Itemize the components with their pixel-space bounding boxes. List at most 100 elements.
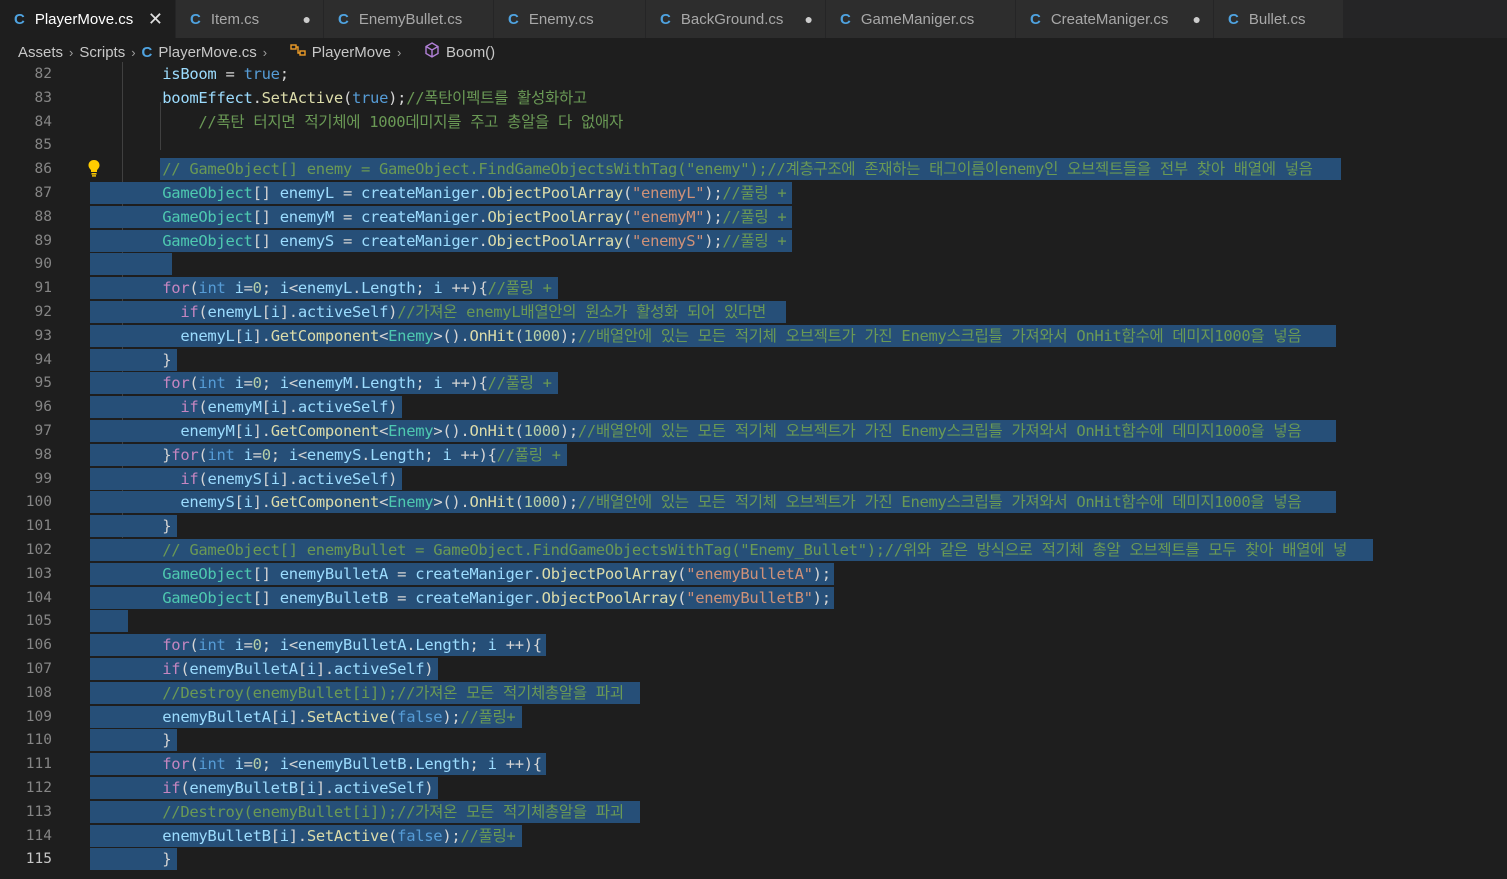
code-token: (	[677, 588, 687, 607]
unsaved-dot-icon[interactable]: ●	[805, 0, 813, 38]
code-token: );	[442, 826, 461, 845]
breadcrumb-file[interactable]: PlayerMove.cs	[158, 44, 256, 61]
code-line[interactable]: 107 if(enemyBulletA[i].activeSelf)	[0, 657, 1507, 681]
code-token: //풀링 +	[722, 207, 787, 226]
code-text: GameObject[] enemyL = createManiger.Obje…	[90, 181, 786, 205]
line-number: 84	[34, 113, 52, 130]
code-text: enemyBulletB[i].SetActive(false);//풀링+	[90, 824, 515, 848]
tab-bullet-cs[interactable]: C Bullet.cs	[1214, 0, 1344, 38]
code-line[interactable]: 83 boomEffect.SetActive(true);//폭탄이펙트를 활…	[0, 86, 1507, 110]
code-token: ;	[415, 374, 434, 393]
code-token: ;	[270, 445, 289, 464]
line-number: 101	[25, 518, 52, 535]
code-line[interactable]: 92 if(enemyL[i].activeSelf)//가져온 enemyL배…	[0, 300, 1507, 324]
code-line[interactable]: 104 GameObject[] enemyBulletB = createMa…	[0, 586, 1507, 610]
lightbulb-icon[interactable]	[87, 159, 101, 181]
code-line[interactable]: 93 enemyL[i].GetComponent<Enemy>().OnHit…	[0, 324, 1507, 348]
code-line[interactable]: 103 GameObject[] enemyBulletA = createMa…	[0, 562, 1507, 586]
tab-playermove-cs[interactable]: C PlayerMove.cs ✕	[0, 0, 176, 38]
code-token: boomEffect	[162, 88, 253, 107]
code-token: i	[306, 779, 316, 797]
tab-createmaniger-cs[interactable]: C CreateManiger.cs ●	[1016, 0, 1214, 38]
unsaved-dot-icon[interactable]: ●	[1193, 0, 1201, 38]
code-token: //풀링+	[460, 826, 516, 845]
code-text: if(enemyM[i].activeSelf)	[90, 395, 397, 419]
code-line[interactable]: 96 if(enemyM[i].activeSelf)	[0, 395, 1507, 419]
code-line[interactable]: 110 }	[0, 728, 1507, 752]
code-token: //풀링 +	[487, 279, 552, 298]
code-line[interactable]: 108 //Destroy(enemyBullet[i]);//가져온 모든 적…	[0, 681, 1507, 705]
code-line[interactable]: 86 // GameObject[] enemy = GameObject.Fi…	[0, 157, 1507, 181]
code-line[interactable]: 98 }for(int i=0; i<enemyS.Length; i ++){…	[0, 443, 1507, 467]
code-text: for(int i=0; i<enemyM.Length; i ++){//풀링…	[90, 371, 552, 395]
tab-gamemaniger-cs[interactable]: C GameManiger.cs	[826, 0, 1016, 38]
code-line[interactable]: 94 }	[0, 348, 1507, 372]
code-token: int	[198, 636, 226, 655]
line-number: 102	[25, 542, 52, 558]
code-line[interactable]: 90	[0, 252, 1507, 276]
chevron-right-icon: ›	[131, 44, 136, 60]
line-number: 82	[34, 66, 52, 82]
code-line[interactable]: 95 for(int i=0; i<enemyM.Length; i ++){/…	[0, 371, 1507, 395]
code-line[interactable]: 85	[0, 133, 1507, 157]
code-token: );	[704, 184, 723, 202]
code-token: i	[243, 445, 253, 464]
code-token: false	[397, 707, 443, 726]
code-token: >().	[433, 326, 470, 345]
code-token: enemyBulletB	[189, 779, 298, 797]
code-line[interactable]: 105	[0, 609, 1507, 633]
breadcrumb-method[interactable]: Boom()	[446, 44, 495, 61]
code-line[interactable]: 106 for(int i=0; i<enemyBulletA.Length; …	[0, 633, 1507, 657]
code-line[interactable]: 113 //Destroy(enemyBullet[i]);//가져온 모든 적…	[0, 800, 1507, 824]
code-line[interactable]: 88 GameObject[] enemyM = createManiger.O…	[0, 205, 1507, 229]
tab-background-cs[interactable]: C BackGround.cs ●	[646, 0, 826, 38]
code-line[interactable]: 82 isBoom = true;	[0, 62, 1507, 86]
tab-label: Bullet.cs	[1248, 10, 1306, 28]
code-line[interactable]: 111 for(int i=0; i<enemyBulletB.Length; …	[0, 752, 1507, 776]
code-line[interactable]: 115 }	[0, 847, 1507, 871]
code-editor[interactable]: 82 isBoom = true; 83 boomEffect.SetActive…	[0, 62, 1507, 879]
code-token: for	[162, 636, 190, 655]
code-token: i	[306, 660, 316, 678]
tab-enemy-cs[interactable]: C Enemy.cs	[494, 0, 646, 38]
code-line[interactable]: 87 GameObject[] enemyL = createManiger.O…	[0, 181, 1507, 205]
code-token: =	[388, 564, 416, 583]
code-line[interactable]: 84 //폭탄 터지면 적기체에 1000데미지를 주고 총알을 다 없애자	[0, 110, 1507, 134]
code-text: }	[90, 728, 171, 752]
code-token: OnHit	[469, 493, 515, 512]
csharp-file-icon: C	[338, 10, 349, 28]
code-token: <	[379, 422, 389, 440]
code-token: createManiger	[415, 564, 533, 583]
close-icon[interactable]: ✕	[148, 0, 163, 38]
code-line[interactable]: 109 enemyBulletA[i].SetActive(false);//풀…	[0, 705, 1507, 729]
breadcrumb-class[interactable]: PlayerMove	[312, 44, 391, 61]
line-number: 114	[25, 827, 52, 844]
code-line[interactable]: 100 enemyS[i].GetComponent<Enemy>().OnHi…	[0, 490, 1507, 514]
code-line[interactable]: 97 enemyM[i].GetComponent<Enemy>().OnHit…	[0, 419, 1507, 443]
code-text: enemyL[i].GetComponent<Enemy>().OnHit(10…	[90, 324, 1301, 348]
code-line[interactable]: 102 // GameObject[] enemyBullet = GameOb…	[0, 538, 1507, 562]
breadcrumb-scripts[interactable]: Scripts	[79, 44, 125, 61]
code-token: enemyBulletA	[297, 636, 407, 655]
code-token: []	[252, 564, 280, 583]
code-line[interactable]: 112 if(enemyBulletB[i].activeSelf)	[0, 776, 1507, 800]
code-token: createManiger	[415, 588, 533, 607]
code-line[interactable]: 89 GameObject[] enemyS = createManiger.O…	[0, 229, 1507, 253]
breadcrumb-assets[interactable]: Assets	[18, 44, 63, 61]
csharp-file-icon: C	[660, 10, 671, 28]
code-line[interactable]: 114 enemyBulletB[i].SetActive(false);//풀…	[0, 824, 1507, 848]
code-token: GameObject	[162, 564, 253, 583]
code-token: ++){	[496, 755, 542, 774]
code-line[interactable]: 99 if(enemyS[i].activeSelf)	[0, 467, 1507, 491]
code-line[interactable]: 91 for(int i=0; i<enemyL.Length; i ++){/…	[0, 276, 1507, 300]
code-token: for	[162, 279, 190, 298]
code-token: .	[361, 445, 371, 464]
code-token: if	[162, 779, 181, 797]
code-line[interactable]: 101 }	[0, 514, 1507, 538]
code-token: GameObject	[162, 184, 253, 202]
